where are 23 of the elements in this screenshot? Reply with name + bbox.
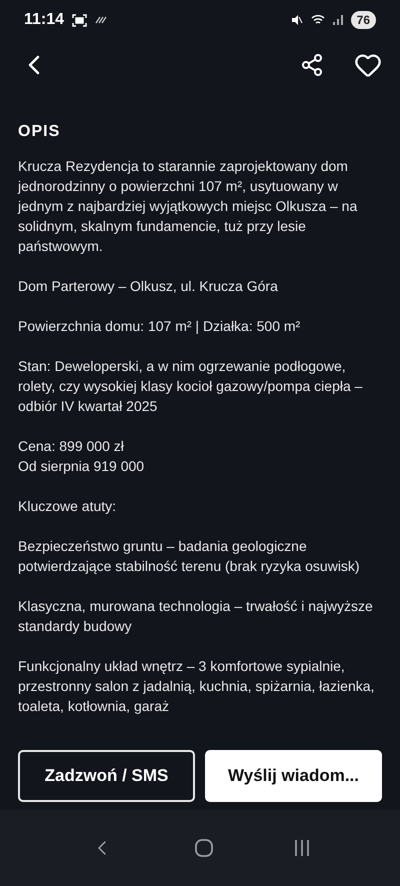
description-paragraph: Powierzchnia domu: 107 m² | Działka: 500 m² [18, 317, 302, 336]
description-paragraph: Stan: Deweloperski, a w nim ogrzewanie podłogowe, rolety, czy wysokiej klasy kocioł gazowy/pompa ciepła – odbiór IV kwartał 2025 [18, 357, 364, 416]
share-icon [300, 53, 324, 77]
cell-signal-icon [332, 15, 343, 25]
status-time: 11:14 [24, 10, 64, 30]
action-button[interactable]: Zadzwoń / SMS [18, 750, 195, 802]
signal-icon [95, 16, 108, 24]
description-paragraph: Klasyczna, murowana technologia – trwałość i najwyższe standardy budowy [18, 597, 374, 636]
description-paragraph: Bezpieczeństwo gruntu – badania geologiczne potwierdzające stabilność terenu (brak ryzyka osuwisk) [18, 537, 361, 576]
screenshot-icon [72, 14, 88, 26]
section-title: OPIS [18, 122, 62, 142]
action-button[interactable]: Wyślij wiadom... [205, 750, 382, 802]
recents-icon[interactable] [294, 839, 310, 857]
home-icon[interactable] [194, 839, 213, 857]
description-paragraph: Kluczowe atuty: [18, 497, 118, 516]
battery-level: 76 [350, 11, 376, 29]
description-paragraph: Cena: 899 000 zł Od sierpnia 919 000 [18, 437, 146, 476]
mute-icon [290, 14, 303, 26]
wifi-icon [310, 14, 325, 26]
description-paragraph: Dom Parterowy – Olkusz, ul. Krucza Góra [18, 277, 279, 296]
share-button[interactable] [300, 53, 324, 77]
description-paragraph: Funkcjonalny układ wnętrz – 3 komfortowe sypialnie, przestronny salon z jadalnią, kuchnia, spiżarnia, łazienka, toaleta, kotłownia, garaż [18, 657, 376, 716]
description-paragraph: Krucza Rezydencja to starannie zaprojektowany dom jednorodzinny o powierzchni 107 m², usytuowany w jednym z najbardziej wyjątkowych miejsc Olkusza – na solidnym, skalnym fundamencie, tuż przy lesie państwowym. [18, 157, 358, 256]
